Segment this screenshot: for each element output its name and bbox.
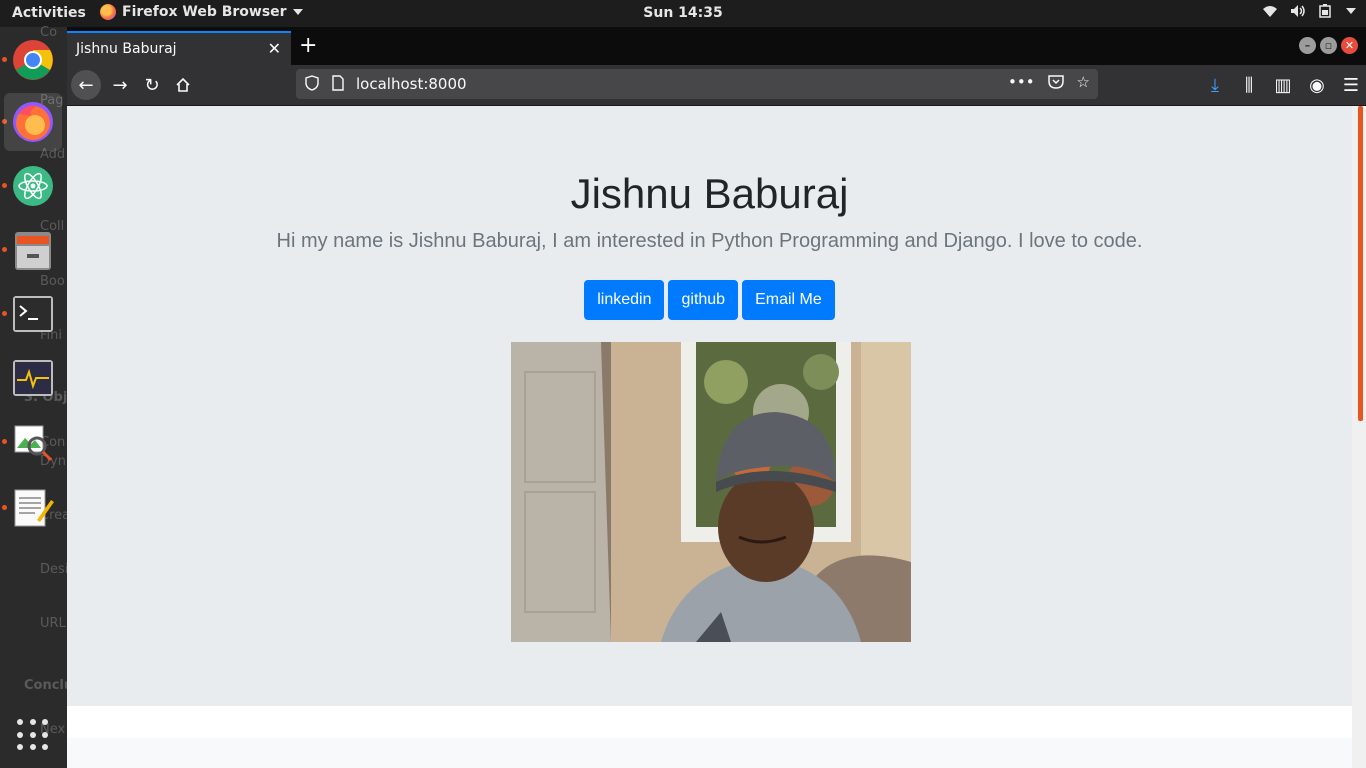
tab-active[interactable]: Jishnu Baburaj ✕ — [67, 31, 291, 65]
maximize-icon[interactable]: ▫ — [1320, 37, 1337, 54]
app-menu[interactable]: Firefox Web Browser — [100, 4, 303, 20]
url-bar[interactable]: localhost:8000 ••• ☆ — [296, 69, 1098, 99]
image-viewer-icon — [14, 425, 53, 462]
dock-image-viewer[interactable] — [4, 413, 62, 471]
wifi-icon — [1263, 6, 1277, 17]
show-applications-icon[interactable] — [17, 719, 49, 751]
new-tab-icon[interactable]: + — [299, 33, 317, 58]
link-buttons: linkedin github Email Me — [67, 280, 1352, 320]
reload-icon[interactable]: ↻ — [137, 70, 167, 100]
menu-icon[interactable]: ☰ — [1336, 70, 1366, 100]
dock-atom[interactable] — [4, 157, 62, 215]
background-text: URL — [40, 616, 66, 631]
toolbar-right: ⤓ ⫼ ▥ ◉ ☰ — [1200, 70, 1366, 100]
page-actions-icon[interactable]: ••• — [1008, 73, 1035, 91]
dock-firefox[interactable] — [4, 93, 62, 151]
app-menu-label: Firefox Web Browser — [122, 4, 287, 20]
page-viewport: Jishnu Baburaj Hi my name is Jishnu Babu… — [67, 106, 1352, 768]
firefox-icon — [100, 4, 116, 20]
linkedin-button[interactable]: linkedin — [584, 280, 665, 320]
tab-strip: Jishnu Baburaj ✕ + – ▫ ✕ — [67, 27, 1366, 65]
firefox-icon — [13, 102, 53, 142]
close-window-icon[interactable]: ✕ — [1341, 37, 1358, 54]
atom-icon — [13, 166, 53, 206]
home-icon[interactable] — [168, 70, 198, 100]
volume-icon — [1291, 5, 1305, 17]
dock-terminal[interactable] — [4, 285, 62, 343]
scrollbar-thumb[interactable] — [1358, 106, 1363, 421]
page-icon[interactable] — [331, 75, 345, 91]
chevron-down-icon — [292, 9, 303, 15]
sidebar-icon[interactable]: ▥ — [1268, 70, 1298, 100]
home-shape — [176, 77, 190, 92]
profile-photo-image — [511, 342, 911, 642]
dock-system-monitor[interactable] — [4, 349, 62, 407]
page-scrollbar[interactable] — [1352, 106, 1366, 768]
download-icon[interactable]: ⤓ — [1200, 70, 1230, 100]
back-icon[interactable]: ← — [71, 70, 101, 100]
page-title: Jishnu Baburaj — [570, 170, 849, 217]
library-icon[interactable]: ⫼ — [1234, 70, 1264, 100]
navigation-toolbar: ← → ↻ localhost:8000 ••• ☆ ⤓ ⫼ ▥ ◉ ☰ — [67, 65, 1366, 106]
activities-button[interactable]: Activities — [12, 5, 86, 21]
dock-chrome[interactable] — [4, 31, 62, 89]
pocket-icon[interactable] — [1047, 73, 1065, 91]
account-icon[interactable]: ◉ — [1302, 70, 1332, 100]
chrome-icon — [13, 40, 53, 80]
shield-icon[interactable] — [305, 75, 319, 91]
chevron-down-icon — [1346, 8, 1356, 14]
firefox-window: Jishnu Baburaj ✕ + – ▫ ✕ ← → ↻ localhost… — [67, 27, 1366, 768]
profile-photo — [511, 342, 911, 642]
tab-title: Jishnu Baburaj — [76, 41, 177, 57]
battery-icon — [1319, 4, 1331, 18]
terminal-icon — [13, 296, 53, 332]
system-tray[interactable] — [1262, 4, 1356, 18]
url-text[interactable]: localhost:8000 — [356, 75, 467, 93]
dock: Co Pag Add Coll Boo Fini 3. Obje Con Dyn… — [0, 25, 76, 768]
intro-text: Hi my name is Jishnu Baburaj, I am inter… — [276, 230, 1143, 252]
dock-files[interactable] — [4, 221, 62, 279]
dock-text-editor[interactable] — [4, 479, 62, 537]
github-button[interactable]: github — [668, 280, 739, 320]
system-monitor-icon — [13, 360, 53, 396]
top-bar: Activities Firefox Web Browser Sun 14:35 — [0, 0, 1366, 27]
jumbotron: Jishnu Baburaj Hi my name is Jishnu Babu… — [67, 106, 1352, 706]
background-text: Conclu — [24, 678, 74, 693]
minimize-icon[interactable]: – — [1299, 37, 1316, 54]
page-section-below — [67, 738, 1352, 768]
background-text: Desi — [40, 562, 69, 577]
files-icon — [15, 232, 51, 270]
text-editor-icon — [14, 489, 54, 527]
bookmark-star-icon[interactable]: ☆ — [1077, 73, 1090, 91]
close-icon[interactable]: ✕ — [268, 39, 281, 58]
window-controls: – ▫ ✕ — [1299, 37, 1358, 54]
forward-icon[interactable]: → — [105, 70, 135, 100]
clock[interactable]: Sun 14:35 — [643, 5, 722, 21]
url-actions: ••• ☆ — [1008, 73, 1090, 91]
email-button[interactable]: Email Me — [742, 280, 835, 320]
